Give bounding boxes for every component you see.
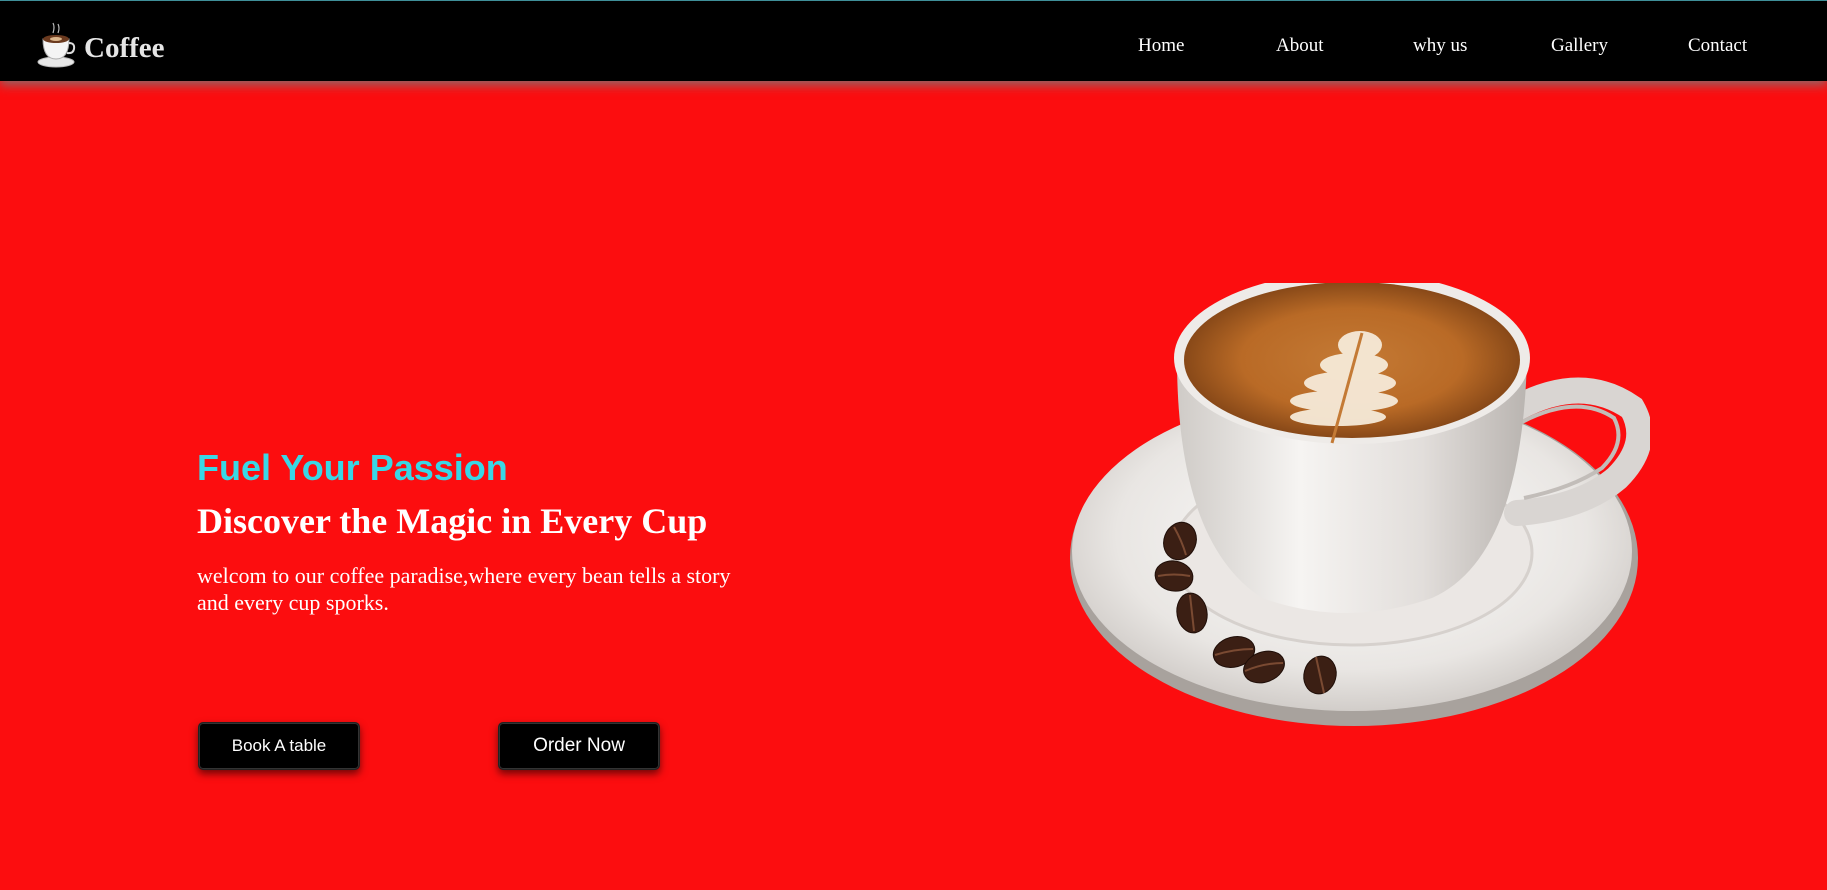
brand-name: Coffee (84, 31, 165, 64)
nav-contact[interactable]: Contact (1688, 35, 1747, 57)
nav-about[interactable]: About (1276, 35, 1324, 57)
hero-description: welcom to our coffee paradise,where ever… (197, 563, 731, 615)
coffee-cup-icon (37, 22, 76, 68)
coffee-cup-image (1070, 283, 1650, 726)
nav-gallery[interactable]: Gallery (1551, 35, 1608, 57)
hero-subtitle: Discover the Magic in Every Cup (197, 501, 708, 541)
navbar: Coffee Home About why us Gallery Contact (0, 0, 1827, 81)
hero-title: Fuel Your Passion (197, 447, 508, 488)
nav-home[interactable]: Home (1138, 35, 1184, 57)
order-now-button[interactable]: Order Now (498, 722, 660, 770)
nav-why-us[interactable]: why us (1413, 35, 1467, 57)
book-table-button[interactable]: Book A table (198, 722, 360, 770)
brand[interactable]: Coffee (36, 21, 165, 69)
